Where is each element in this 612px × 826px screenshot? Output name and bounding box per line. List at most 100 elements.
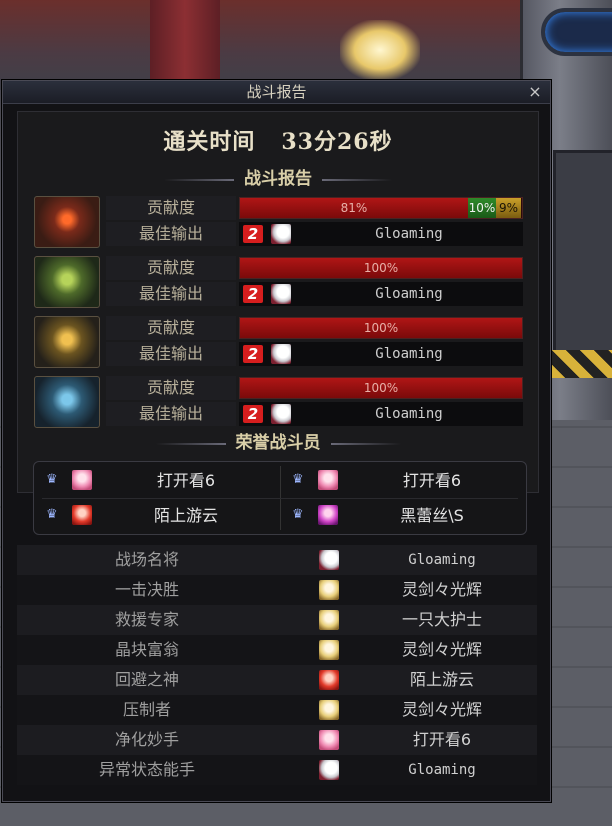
award-title: 净化妙手 — [114, 730, 179, 749]
battle-report-heading: 战斗报告 — [18, 168, 538, 190]
clear-time: 通关时间 33分26秒 — [18, 124, 538, 156]
blonde-avatar — [319, 580, 339, 600]
award-player[interactable]: 灵剑々光辉 — [357, 575, 527, 605]
medal-icon: ♛ — [292, 472, 304, 487]
award-title: 救援专家 — [114, 610, 179, 629]
blonde-avatar — [319, 700, 339, 720]
honor-heading-text: 荣誉战斗员 — [235, 433, 321, 453]
close-button[interactable]: × — [526, 81, 544, 103]
best-output-label: 最佳输出 — [106, 282, 236, 306]
window-titlebar[interactable]: 战斗报告 × — [3, 81, 550, 104]
award-player[interactable]: 一只大护士 — [357, 605, 527, 635]
award-player[interactable]: 灵剑々光辉 — [357, 695, 527, 725]
best-output-player[interactable]: Gloaming — [299, 222, 519, 246]
award-player[interactable]: 陌上游云 — [357, 665, 527, 695]
party-row: 贡献度 100% 最佳输出 2 Gloaming — [34, 376, 540, 428]
contribution-label: 贡献度 — [106, 316, 236, 340]
red-hair-avatar — [72, 505, 92, 525]
award-title: 一击决胜 — [114, 580, 179, 599]
honor-member-name: 打开看6 — [156, 471, 216, 490]
clear-time-value: 33分26秒 — [281, 129, 393, 155]
award-row: 战场名将 Gloaming — [17, 545, 537, 575]
contribution-label: 贡献度 — [106, 376, 236, 400]
award-row: 异常状态能手 Gloaming — [17, 755, 537, 785]
award-player[interactable]: 灵剑々光辉 — [357, 635, 527, 665]
white-hair-avatar — [271, 344, 291, 364]
party-row: 贡献度 10% 9% 81% 最佳输出 2 Gloaming — [34, 196, 540, 248]
scene-lamp — [340, 20, 420, 80]
red-flame-boss-icon — [34, 196, 100, 248]
report-panel: 通关时间 33分26秒 战斗报告 贡献度 10% 9% 81% 最佳输出 2 Glo… — [17, 111, 539, 493]
award-row: 救援专家 一只大护士 — [17, 605, 537, 635]
award-row: 一击决胜 灵剑々光辉 — [17, 575, 537, 605]
award-row: 回避之神 陌上游云 — [17, 665, 537, 695]
honor-member[interactable]: ♛ 黑蕾丝\S — [282, 499, 526, 533]
best-output-box: 2 Gloaming — [239, 282, 523, 306]
contribution-label: 贡献度 — [106, 196, 236, 220]
best-output-box: 2 Gloaming — [239, 222, 523, 246]
honor-heading: 荣誉战斗员 — [18, 432, 538, 454]
white-hair-avatar — [271, 224, 291, 244]
ornament-right — [322, 178, 392, 181]
best-output-box: 2 Gloaming — [239, 342, 523, 366]
honor-member[interactable]: ♛ 打开看6 — [36, 464, 280, 498]
red-hair-avatar — [319, 670, 339, 690]
contribution-bar: 100% — [239, 257, 523, 279]
contribution-percent: 100% — [363, 321, 399, 335]
white-hair-avatar — [319, 760, 339, 780]
rank-badge: 2 — [243, 225, 263, 243]
magenta-hair-avatar — [318, 505, 338, 525]
pink-hair-avatar — [318, 470, 338, 490]
honor-member-name: 打开看6 — [402, 471, 462, 490]
best-output-label: 最佳输出 — [106, 402, 236, 426]
honor-member-name: 黑蕾丝\S — [400, 506, 464, 525]
battle-report-window: 战斗报告 × 通关时间 33分26秒 战斗报告 贡献度 10% 9% 81% 最佳输… — [2, 80, 551, 802]
gold-boss-icon — [34, 316, 100, 368]
best-output-player[interactable]: Gloaming — [299, 282, 519, 306]
pink-hair-avatar — [319, 730, 339, 750]
blonde-avatar — [319, 640, 339, 660]
ornament-left — [164, 178, 234, 181]
blonde-avatar — [319, 610, 339, 630]
rank-badge: 2 — [243, 345, 263, 363]
award-title: 回避之神 — [114, 670, 179, 689]
contribution-bar: 100% — [239, 317, 523, 339]
white-hair-avatar — [271, 284, 291, 304]
party-row: 贡献度 100% 最佳输出 2 Gloaming — [34, 256, 540, 308]
award-row: 压制者 灵剑々光辉 — [17, 695, 537, 725]
award-title: 战场名将 — [114, 550, 179, 569]
best-output-player[interactable]: Gloaming — [299, 342, 519, 366]
award-title: 异常状态能手 — [98, 760, 195, 779]
ornament-right — [330, 442, 401, 445]
award-title: 晶块富翁 — [114, 640, 179, 659]
party-row: 贡献度 100% 最佳输出 2 Gloaming — [34, 316, 540, 368]
green-boss-icon — [34, 256, 100, 308]
best-output-box: 2 Gloaming — [239, 402, 523, 426]
award-title: 压制者 — [122, 700, 171, 719]
scene-pillar — [150, 0, 220, 80]
contribution-bar: 100% — [239, 377, 523, 399]
contribution-label: 贡献度 — [106, 256, 236, 280]
honor-panel: ♛ 打开看6 ♛ 打开看6 ♛ 陌上游云 ♛ 黑蕾丝\S — [33, 461, 527, 535]
award-player[interactable]: Gloaming — [357, 755, 527, 785]
medal-icon: ♛ — [46, 472, 58, 487]
machine-door — [553, 150, 612, 356]
rank-badge: 2 — [243, 405, 263, 423]
contribution-percent: 100% — [363, 261, 399, 275]
ornament-left — [155, 442, 226, 445]
award-row: 净化妙手 打开看6 — [17, 725, 537, 755]
contribution-percent: 81% — [340, 201, 368, 215]
clear-time-label: 通关时间 — [163, 129, 256, 155]
contribution-percent: 100% — [363, 381, 399, 395]
award-player[interactable]: Gloaming — [357, 545, 527, 575]
honor-member[interactable]: ♛ 打开看6 — [282, 464, 526, 498]
contribution-bar: 10% 9% 81% — [239, 197, 523, 219]
best-output-player[interactable]: Gloaming — [299, 402, 519, 426]
machine-ring — [541, 8, 612, 56]
white-hair-avatar — [271, 404, 291, 424]
contribution-bar-segment: 10% — [468, 198, 496, 218]
contribution-bar-segment: 9% — [496, 198, 521, 218]
medal-icon: ♛ — [292, 507, 304, 522]
award-player[interactable]: 打开看6 — [357, 725, 527, 755]
honor-member[interactable]: ♛ 陌上游云 — [36, 499, 280, 533]
